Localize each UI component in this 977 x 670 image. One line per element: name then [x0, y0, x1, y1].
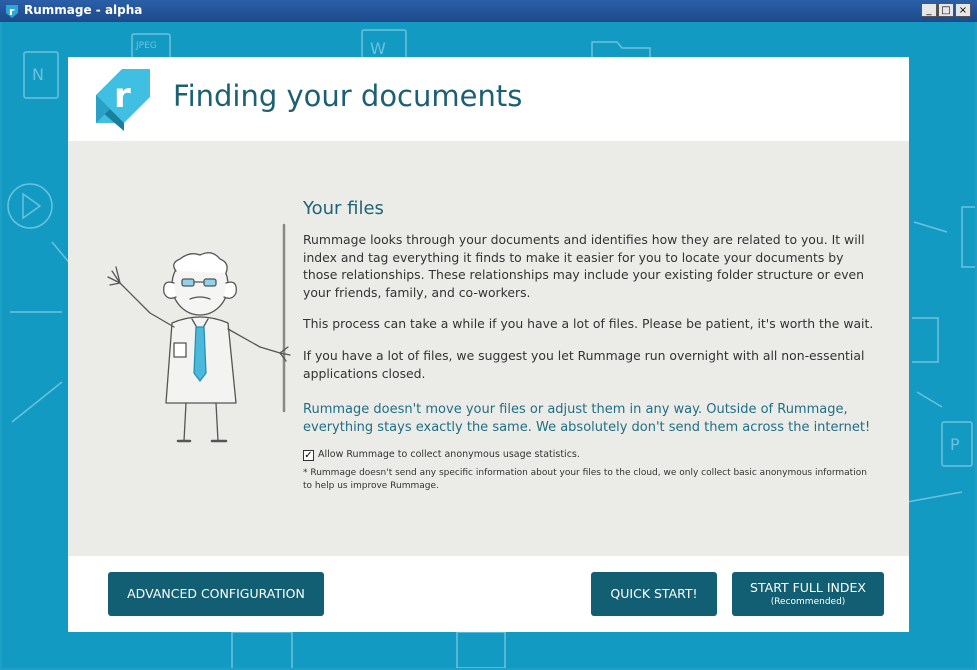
svg-text:r: r — [9, 5, 15, 18]
panel-header: r Finding your documents — [68, 57, 909, 141]
svg-text:r: r — [114, 76, 131, 116]
recommended-label: (Recommended) — [770, 597, 846, 607]
onenote-file-icon: N — [23, 51, 59, 99]
privacy-paragraph: Rummage doesn't move your files or adjus… — [303, 402, 871, 435]
content-area: Your files Rummage looks through your do… — [68, 141, 909, 556]
window-title: Rummage - alpha — [24, 3, 143, 17]
professor-mascot-illustration — [107, 223, 291, 443]
minimize-button[interactable]: _ — [921, 3, 937, 17]
start-full-index-label: START FULL INDEX — [750, 580, 866, 595]
quick-start-button[interactable]: QUICK START! — [591, 572, 717, 616]
folder-icon — [912, 317, 939, 363]
page-title: Finding your documents — [173, 79, 523, 113]
description-paragraph: Rummage looks through your documents and… — [303, 232, 865, 300]
start-full-index-button[interactable]: START FULL INDEX (Recommended) — [732, 572, 884, 616]
app-background: N JPEG W P r Finding your documents Your… — [2, 22, 975, 668]
panel-footer: ADVANCED CONFIGURATION QUICK START! STAR… — [68, 556, 909, 632]
privacy-footnote: * Rummage doesn't send any specific info… — [303, 468, 867, 491]
rummage-app-icon: r — [6, 5, 18, 18]
section-title: Your files — [303, 198, 384, 219]
usage-stats-checkbox[interactable]: ✓ — [303, 450, 314, 461]
powerpoint-file-icon: P — [941, 421, 973, 467]
close-button[interactable]: × — [955, 3, 971, 17]
overnight-paragraph: If you have a lot of files, we suggest y… — [303, 348, 865, 381]
svg-text:N: N — [32, 65, 44, 84]
svg-text:W: W — [370, 39, 386, 58]
play-icon — [7, 183, 53, 229]
maximize-button[interactable]: □ — [938, 3, 954, 17]
window-titlebar[interactable]: r Rummage - alpha _ □ × — [0, 0, 977, 22]
rummage-logo-icon: r — [96, 69, 150, 131]
setup-panel: r Finding your documents Your files Rumm… — [68, 57, 909, 632]
svg-text:JPEG: JPEG — [135, 41, 157, 51]
usage-stats-label[interactable]: Allow Rummage to collect anonymous usage… — [318, 449, 580, 460]
advanced-configuration-button[interactable]: ADVANCED CONFIGURATION — [108, 572, 324, 616]
svg-text:P: P — [950, 435, 960, 454]
patience-paragraph: This process can take a while if you hav… — [303, 316, 874, 331]
